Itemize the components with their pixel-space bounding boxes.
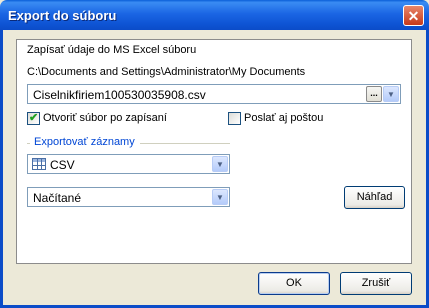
ok-button[interactable]: OK (258, 272, 330, 295)
scope-dropdown-arrow[interactable]: ▼ (212, 189, 228, 205)
export-panel: Zapísať údaje do MS Excel súboru C:\Docu… (16, 39, 412, 264)
send-mail-checkbox[interactable] (228, 112, 241, 125)
open-after-save-label[interactable]: Otvoriť súbor po zapísaní (43, 112, 167, 124)
close-button[interactable]: ✕ (403, 5, 424, 26)
checkmark-icon: ✔ (29, 112, 39, 124)
format-select[interactable]: CSV ▼ (27, 154, 230, 174)
preview-button[interactable]: Náhľad (344, 186, 405, 209)
file-name-combo[interactable]: Ciselnikfiriem100530035908.csv ... ▼ (27, 84, 401, 104)
window-title: Export do súboru (8, 8, 117, 23)
open-after-save-checkbox[interactable]: ✔ (27, 112, 40, 125)
format-value: CSV (50, 158, 75, 172)
file-name-dropdown-arrow[interactable]: ▼ (383, 86, 399, 102)
panel-heading: Zapísať údaje do MS Excel súboru (27, 44, 197, 56)
directory-path: C:\Documents and Settings\Administrator\… (27, 66, 306, 78)
group-line-right (140, 143, 230, 144)
browse-button[interactable]: ... (366, 86, 382, 102)
title-bar: Export do súboru ✕ (0, 0, 429, 30)
export-records-label: Exportovať záznamy (34, 136, 135, 148)
format-dropdown-arrow[interactable]: ▼ (212, 156, 228, 172)
group-line-left (27, 143, 30, 144)
file-name-value: Ciselnikfiriem100530035908.csv (33, 88, 206, 102)
table-icon (32, 158, 46, 170)
send-mail-label[interactable]: Poslať aj poštou (244, 112, 323, 124)
cancel-button[interactable]: Zrušiť (340, 272, 412, 295)
scope-value: Načítané (33, 191, 82, 205)
scope-select[interactable]: Načítané ▼ (27, 187, 230, 207)
